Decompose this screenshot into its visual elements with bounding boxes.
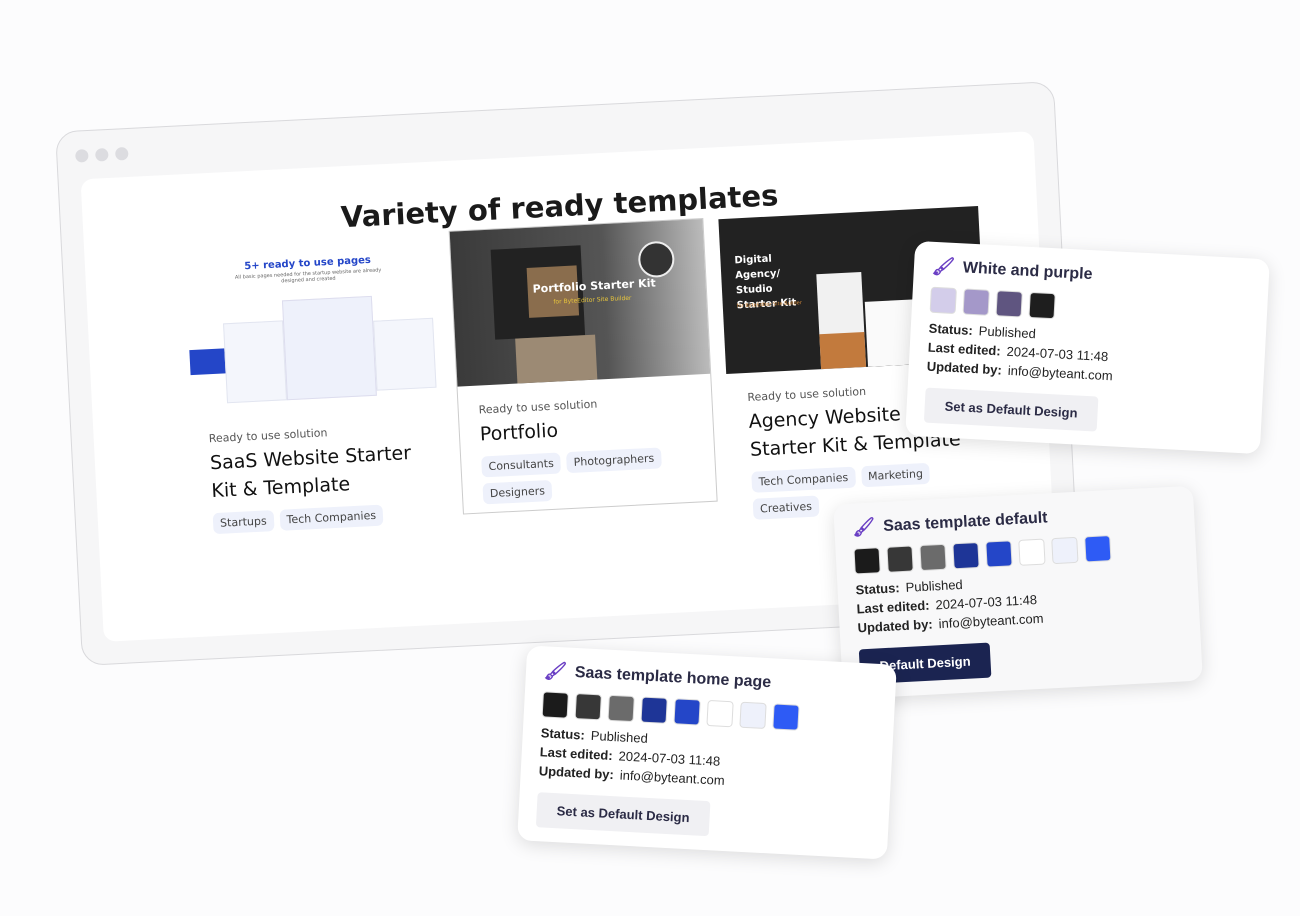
template-card-portfolio[interactable]: Portfolio Starter Kit for ByteEditor Sit… — [448, 217, 718, 515]
color-swatch — [952, 542, 980, 570]
color-swatch — [985, 540, 1013, 568]
color-swatch — [919, 543, 947, 572]
design-card-white-purple: 🖌 White and purple Status: Published Last … — [905, 240, 1270, 455]
template-preview: 5+ ready to use pages All basic pages ne… — [179, 247, 443, 416]
color-swatch — [772, 703, 800, 731]
color-swatch — [1084, 535, 1112, 563]
color-swatch — [706, 699, 734, 728]
template-preview: Portfolio Starter Kit for ByteEditor Sit… — [449, 219, 711, 387]
paintbrush-icon: 🖌 — [851, 516, 876, 538]
color-swatch — [574, 693, 602, 721]
color-swatch — [640, 696, 668, 724]
window-dots — [75, 146, 129, 163]
tag[interactable]: Tech Companies — [279, 504, 384, 531]
paintbrush-icon: 🖌 — [931, 255, 956, 277]
color-swatch — [886, 545, 914, 573]
set-default-design-button[interactable]: Set as Default Design — [535, 792, 711, 837]
color-swatch — [1051, 536, 1079, 565]
color-swatch — [739, 701, 767, 730]
color-swatch — [1028, 291, 1056, 320]
set-default-design-button[interactable]: Set as Default Design — [923, 387, 1099, 432]
tag[interactable]: Startups — [212, 510, 275, 535]
paintbrush-icon: 🖌 — [543, 660, 568, 682]
color-swatch — [853, 547, 881, 575]
color-swatch — [962, 288, 990, 316]
template-card-saas[interactable]: 5+ ready to use pages All basic pages ne… — [179, 247, 449, 544]
tag[interactable]: Creatives — [752, 495, 820, 520]
color-swatch — [1018, 538, 1046, 566]
tag[interactable]: Designers — [482, 479, 553, 505]
color-swatch — [607, 694, 635, 723]
color-swatch — [673, 698, 701, 726]
tag[interactable]: Tech Companies — [751, 466, 856, 493]
color-swatch — [929, 286, 957, 315]
tag[interactable]: Consultants — [481, 452, 562, 478]
design-card-saas-home: 🖌 Saas template home page Status: Publishe… — [517, 645, 897, 860]
tag[interactable]: Marketing — [860, 462, 931, 488]
color-swatch — [541, 691, 569, 719]
color-swatch — [995, 290, 1023, 318]
tag[interactable]: Photographers — [566, 447, 662, 474]
